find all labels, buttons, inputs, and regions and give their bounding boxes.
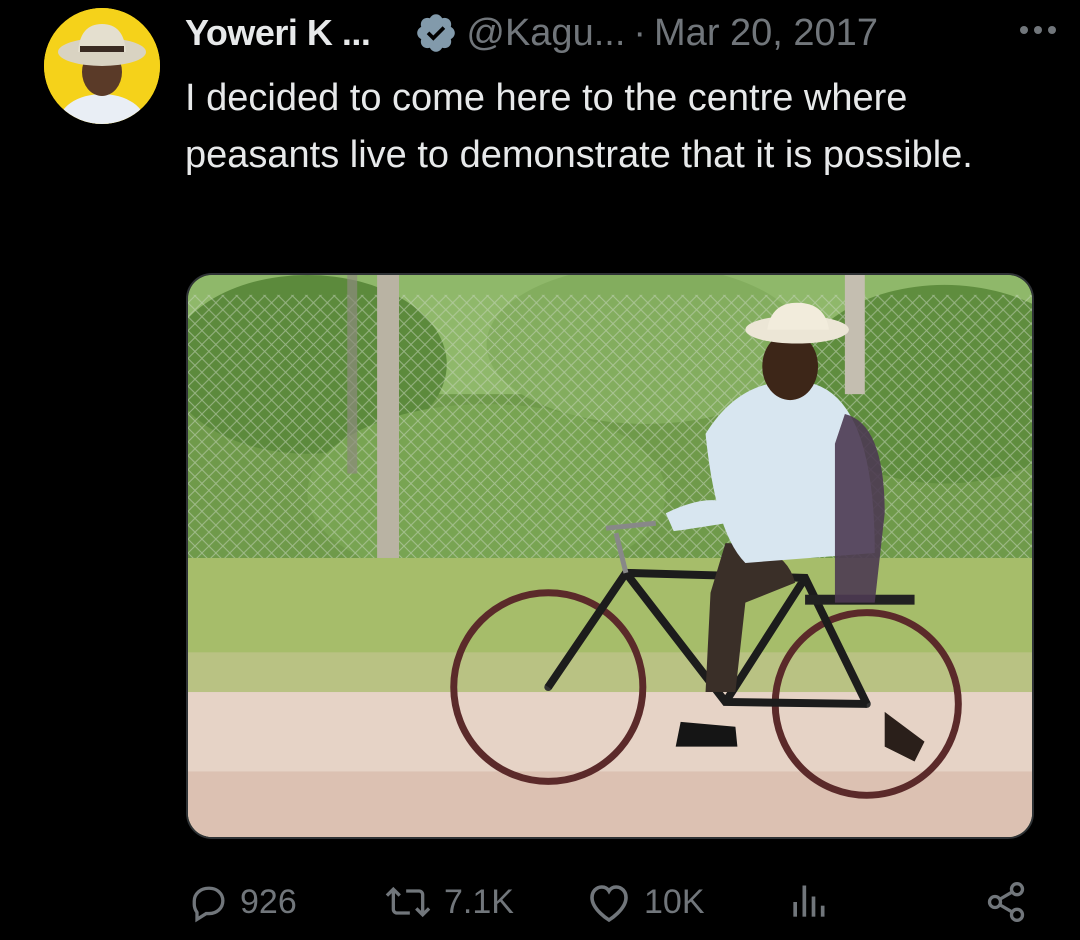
verified-badge-icon	[414, 11, 458, 55]
more-icon[interactable]	[1018, 20, 1058, 40]
separator-dot: ·	[633, 11, 647, 54]
share-button[interactable]	[984, 872, 1028, 932]
retweet-count: 7.1K	[444, 882, 514, 921]
avatar-image	[44, 8, 160, 124]
reply-button[interactable]: 926	[186, 872, 297, 932]
author-handle[interactable]: @Kagu...	[466, 12, 625, 55]
tweet-text: I decided to come here to the centre whe…	[185, 77, 973, 176]
heart-icon	[590, 885, 628, 923]
tweet-header: Yoweri K ... @Kagu... · Mar 20, 2017	[185, 10, 1050, 56]
tweet-photo[interactable]	[186, 273, 1034, 839]
views-button[interactable]	[786, 872, 830, 932]
retweet-icon	[385, 886, 431, 918]
avatar[interactable]	[44, 8, 160, 124]
photo-image	[188, 275, 1032, 837]
reply-count: 926	[240, 882, 297, 921]
author-name[interactable]: Yoweri K ...	[185, 12, 371, 54]
like-button[interactable]: 10K	[584, 872, 705, 932]
retweet-button[interactable]: 7.1K	[382, 872, 514, 932]
tweet-actions: 926 7.1K 10K	[186, 872, 1034, 932]
like-count: 10K	[644, 882, 705, 921]
reply-icon	[192, 886, 225, 923]
views-icon	[793, 885, 825, 917]
share-icon	[987, 882, 1025, 922]
tweet-date[interactable]: Mar 20, 2017	[654, 12, 878, 55]
